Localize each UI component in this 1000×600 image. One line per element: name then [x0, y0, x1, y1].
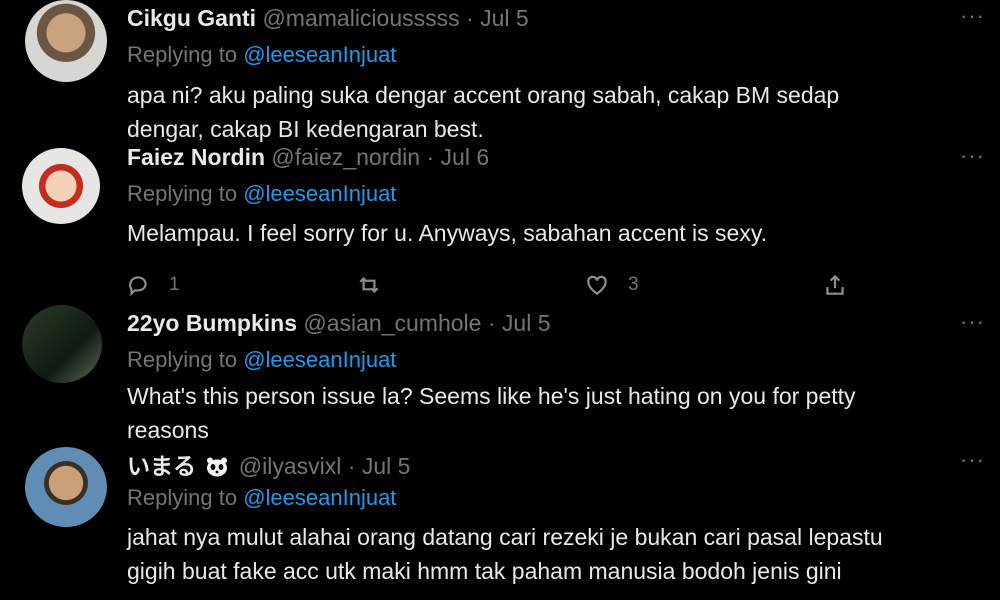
- share-icon: [826, 274, 844, 295]
- tweet-text: Melampau. I feel sorry for u. Anyways, s…: [127, 216, 767, 250]
- tweet-date[interactable]: Jul 5: [480, 5, 529, 31]
- retweet-icon: [359, 276, 379, 294]
- replying-to-label: Replying to: [127, 347, 238, 372]
- replying-to: Replying to @leeseanInjuat: [127, 347, 396, 373]
- more-options-icon[interactable]: ···: [960, 143, 985, 169]
- tweet-header: 22yo Bumpkins @asian_cumhole · Jul 5: [127, 310, 551, 337]
- user-handle[interactable]: @asian_cumhole: [303, 310, 481, 336]
- more-options-icon[interactable]: ···: [960, 309, 985, 335]
- tweet-text-line: dengar, cakap BI kedengaran best.: [127, 116, 484, 142]
- avatar[interactable]: [22, 305, 102, 383]
- like-button[interactable]: 3: [584, 272, 639, 298]
- tweet-date[interactable]: Jul 5: [362, 453, 411, 479]
- avatar[interactable]: [25, 447, 107, 527]
- reply-button[interactable]: 1: [125, 272, 180, 298]
- replying-to: Replying to @leeseanInjuat: [127, 181, 396, 207]
- tweet-date[interactable]: Jul 5: [502, 310, 551, 336]
- tweet-text-line: What's this person issue la? Seems like …: [127, 383, 856, 409]
- tweet-header: Faiez Nordin @faiez_nordin · Jul 6: [127, 144, 489, 171]
- more-options-icon[interactable]: ···: [960, 3, 985, 29]
- display-name[interactable]: Cikgu Ganti: [127, 5, 256, 31]
- display-name[interactable]: いまる: [127, 453, 196, 479]
- like-count: 3: [628, 274, 639, 295]
- tweet-text: jahat nya mulut alahai orang datang cari…: [127, 520, 883, 588]
- tweet-header: いまる @ilyasvixl · Jul 5: [127, 447, 410, 481]
- tweet-text-line: jahat nya mulut alahai orang datang cari…: [127, 524, 883, 550]
- panda-emoji-icon: [206, 456, 228, 477]
- tweet-date[interactable]: Jul 6: [441, 144, 490, 170]
- more-options-icon[interactable]: ···: [960, 447, 985, 473]
- reply-icon: [129, 276, 147, 297]
- display-name[interactable]: Faiez Nordin: [127, 144, 265, 170]
- replying-to-handle[interactable]: @leeseanInjuat: [243, 42, 396, 67]
- user-handle[interactable]: @mamaliciousssss: [262, 5, 459, 31]
- replying-to-handle[interactable]: @leeseanInjuat: [243, 181, 396, 206]
- replying-to-label: Replying to: [127, 485, 238, 510]
- reply-count: 1: [169, 274, 180, 295]
- avatar[interactable]: [25, 0, 107, 82]
- avatar[interactable]: [22, 148, 100, 224]
- tweet-header: Cikgu Ganti @mamaliciousssss · Jul 5: [127, 5, 529, 32]
- replying-to-handle[interactable]: @leeseanInjuat: [243, 485, 396, 510]
- replying-to-label: Replying to: [127, 181, 238, 206]
- separator-dot: ·: [347, 453, 356, 479]
- retweet-button[interactable]: [356, 272, 400, 298]
- separator-dot: ·: [426, 144, 435, 170]
- tweet-text-line: reasons: [127, 417, 209, 443]
- like-icon: [587, 275, 607, 295]
- tweet-text-line: apa ni? aku paling suka dengar accent or…: [127, 82, 840, 108]
- tweet-text: apa ni? aku paling suka dengar accent or…: [127, 78, 839, 146]
- tweet-actions: 1 3: [0, 272, 1000, 302]
- share-button[interactable]: [822, 272, 848, 298]
- user-handle[interactable]: @faiez_nordin: [271, 144, 420, 170]
- replying-to-handle[interactable]: @leeseanInjuat: [243, 347, 396, 372]
- replying-to: Replying to @leeseanInjuat: [127, 485, 396, 511]
- separator-dot: ·: [487, 310, 496, 336]
- tweet-text: What's this person issue la? Seems like …: [127, 379, 856, 447]
- display-name[interactable]: 22yo Bumpkins: [127, 310, 297, 336]
- replying-to-label: Replying to: [127, 42, 238, 67]
- user-handle[interactable]: @ilyasvixl: [239, 453, 342, 479]
- separator-dot: ·: [466, 5, 474, 31]
- tweet-text-line: Melampau. I feel sorry for u. Anyways, s…: [127, 220, 768, 246]
- tweet-text-line: gigih buat fake acc utk maki hmm tak pah…: [127, 558, 842, 584]
- replying-to: Replying to @leeseanInjuat: [127, 42, 396, 68]
